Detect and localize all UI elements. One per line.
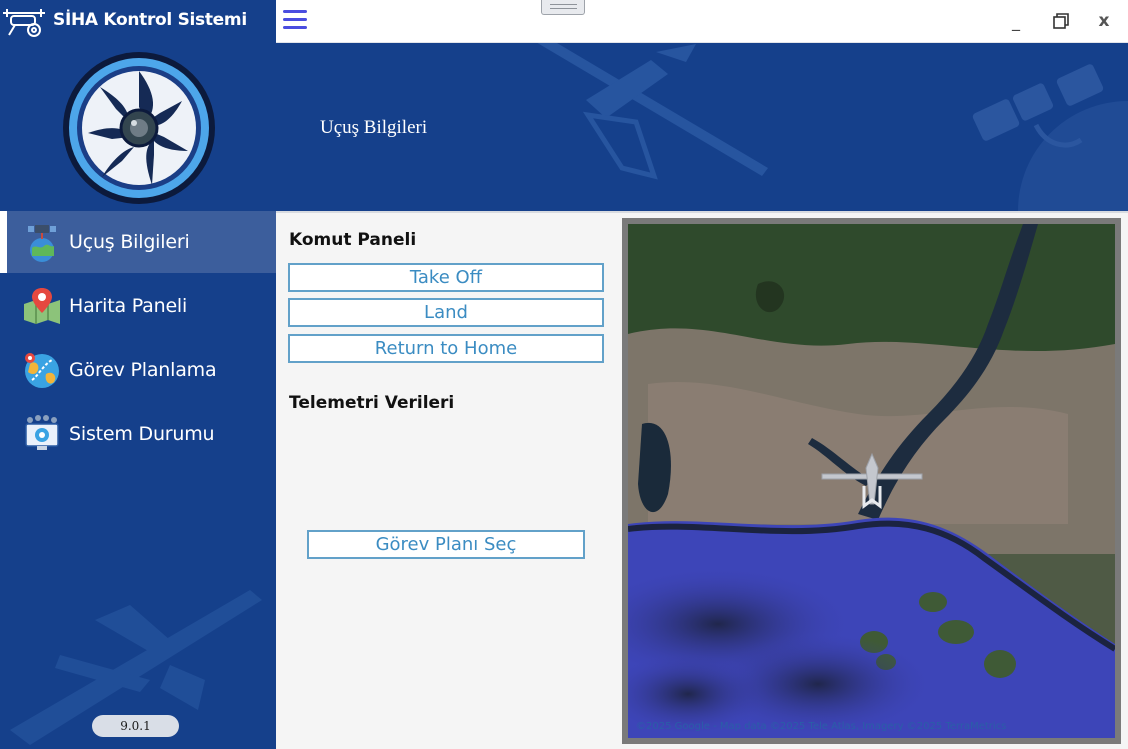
sidebar-item-harita-paneli[interactable]: Harita Paneli bbox=[0, 275, 276, 337]
minimize-button[interactable]: _ bbox=[1002, 8, 1030, 34]
turbine-logo-icon bbox=[63, 52, 215, 204]
land-button[interactable]: Land bbox=[288, 298, 604, 327]
drag-handle[interactable] bbox=[541, 0, 585, 15]
sidebar-item-label: Görev Planlama bbox=[69, 359, 217, 381]
sidebar-item-label: Sistem Durumu bbox=[69, 423, 215, 445]
take-off-button[interactable]: Take Off bbox=[288, 263, 604, 292]
restore-button[interactable] bbox=[1047, 8, 1075, 34]
brand: SİHA Kontrol Sistemi bbox=[0, 0, 276, 42]
title-bar: _ x bbox=[276, 0, 1128, 43]
active-indicator bbox=[0, 211, 7, 273]
main-content: Komut Paneli Take Off Land Return to Hom… bbox=[276, 211, 1128, 749]
header-banner: Uçuş Bilgileri bbox=[276, 43, 1128, 211]
command-panel-title: Komut Paneli bbox=[289, 230, 417, 250]
sidebar-item-label: Uçuş Bilgileri bbox=[69, 231, 190, 253]
map-pin-icon bbox=[24, 288, 60, 324]
map-view[interactable]: ©2025 Google - Map data ©2025 Tele Atlas… bbox=[622, 218, 1121, 744]
sidebar-item-label: Harita Paneli bbox=[69, 295, 188, 317]
satellite-map[interactable] bbox=[628, 224, 1115, 738]
close-button[interactable]: x bbox=[1090, 8, 1118, 34]
sidebar-item-sistem-durumu[interactable]: Sistem Durumu bbox=[0, 403, 276, 465]
hamburger-menu-icon[interactable] bbox=[283, 10, 307, 32]
map-attribution: ©2025 Google - Map data ©2025 Tele Atlas… bbox=[636, 721, 1007, 732]
page-title: Uçuş Bilgileri bbox=[320, 117, 428, 138]
sidebar: SİHA Kontrol Sistemi Uçuş Bilgileri Hari… bbox=[0, 0, 276, 749]
drone-icon bbox=[3, 9, 45, 37]
globe-route-icon bbox=[25, 353, 59, 388]
sidebar-item-ucus-bilgileri[interactable]: Uçuş Bilgileri bbox=[0, 211, 276, 273]
telemetry-title: Telemetri Verileri bbox=[289, 393, 455, 413]
monitor-gear-icon bbox=[25, 415, 59, 450]
satellite-earth-icon bbox=[28, 225, 56, 262]
app-title: SİHA Kontrol Sistemi bbox=[53, 10, 247, 30]
app-window: SİHA Kontrol Sistemi Uçuş Bilgileri Hari… bbox=[0, 0, 1128, 749]
sidebar-item-gorev-planlama[interactable]: Görev Planlama bbox=[0, 339, 276, 401]
restore-icon bbox=[1053, 13, 1069, 29]
return-to-home-button[interactable]: Return to Home bbox=[288, 334, 604, 363]
version-badge: 9.0.1 bbox=[92, 715, 179, 737]
select-mission-plan-button[interactable]: Görev Planı Seç bbox=[307, 530, 585, 559]
